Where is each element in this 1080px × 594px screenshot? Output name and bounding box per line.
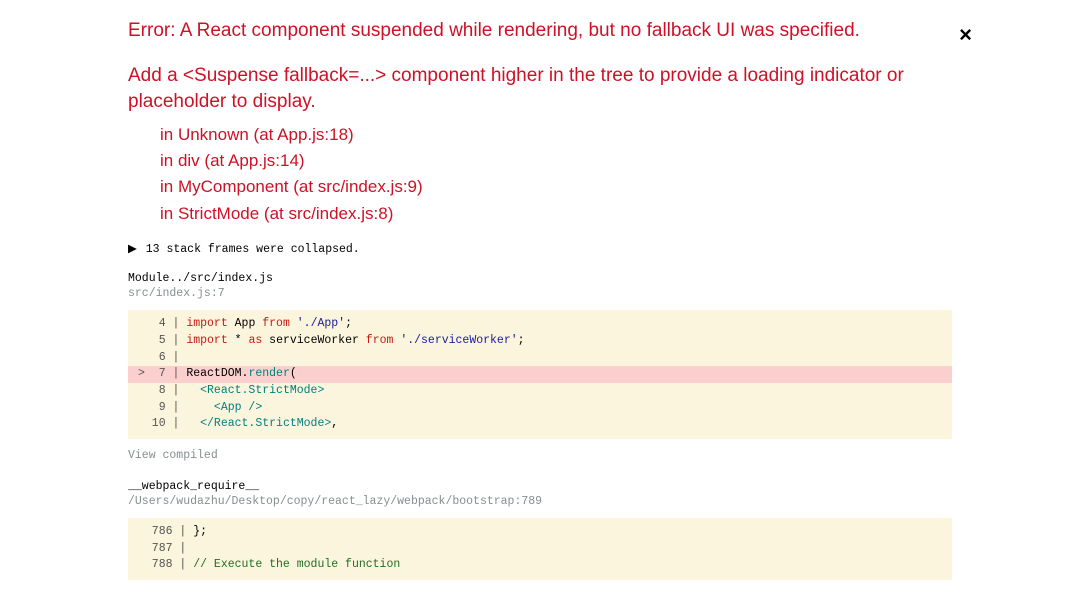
stack-frame-line: in StrictMode (at src/index.js:8) [160,201,952,227]
frame-location: /Users/wudazhu/Desktop/copy/react_lazy/w… [128,495,952,508]
stack-frame-line: in Unknown (at App.js:18) [160,122,952,148]
stack-frame-line: in div (at App.js:14) [160,148,952,174]
view-compiled-link[interactable]: View compiled [128,449,952,462]
code-snippet: 4 | import App from './App'; 5 | import … [128,310,952,439]
close-icon: × [959,22,972,47]
frame-location: src/index.js:7 [128,287,952,300]
collapsed-frames-toggle[interactable]: ▶ 13 stack frames were collapsed. [128,241,952,256]
frame-heading: __webpack_require__ [128,480,952,493]
error-title: Error: A React component suspended while… [128,18,952,45]
chevron-right-icon: ▶ [128,241,137,256]
stack-frame-line: in MyComponent (at src/index.js:9) [160,174,952,200]
collapsed-frames-label: 13 stack frames were collapsed. [146,243,360,256]
frame-heading: Module../src/index.js [128,272,952,285]
error-hint: Add a <Suspense fallback=...> component … [128,63,952,116]
error-overlay: × Error: A React component suspended whi… [0,0,1080,580]
component-stack: in Unknown (at App.js:18) in div (at App… [160,122,952,227]
code-snippet: 786 | }; 787 | 788 | // Execute the modu… [128,518,952,580]
close-button[interactable]: × [959,24,972,46]
